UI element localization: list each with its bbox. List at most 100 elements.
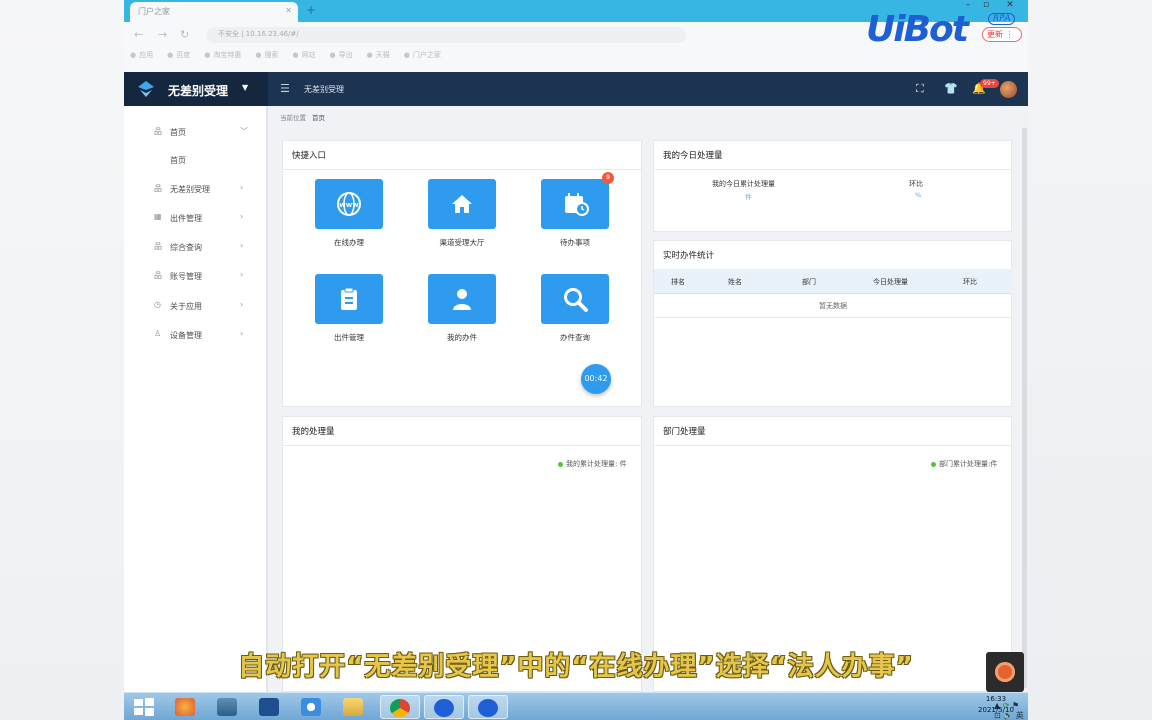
bookmark-item[interactable]: 网站 [292,50,316,66]
rpa-badge: RPA [988,13,1016,25]
divider [654,317,1012,318]
sidebar-item-about[interactable]: ◷ 关于应用 › [124,296,268,318]
clock[interactable]: 16:33 2021/5/10 [972,694,1020,716]
breadcrumb-current[interactable]: 首页 [312,114,325,122]
bookmark-item[interactable]: 淘宝特惠 [204,50,241,66]
taskbar-app-powershell[interactable] [250,695,290,719]
sidebar-item-dispatch[interactable]: ▦ 出件管理 › [124,208,268,230]
reload-icon[interactable]: ↻ [180,28,189,41]
sidebar-item-label: 设备管理 [170,331,202,340]
address-bar[interactable]: 不安全 | 10.16.23.46/#/ [206,27,686,43]
address-row: ← → ↻ 不安全 | 10.16.23.46/#/ [124,24,710,46]
tile-label: 待办事项 [560,238,590,247]
sidebar-item-acceptance[interactable]: 品 无差别受理 › [124,179,268,201]
chart-legend[interactable]: 部门累计处理量:件 [931,459,997,469]
menu-toggle-icon[interactable]: ☰ [280,82,290,95]
sidebar-subitem-home[interactable]: 首页 [124,150,268,172]
browser-tab[interactable]: 门户之家 ✕ [130,2,298,22]
taskbar-app-uibot-2[interactable] [468,695,508,719]
column-header[interactable]: 环比 [963,277,977,287]
chevron-down-icon: ﹀ [240,127,248,136]
bookmark-item[interactable]: 门户之家 [404,50,441,66]
divider [654,445,1011,446]
brand[interactable]: 无差别受理 ▼ [124,72,268,106]
scrollbar[interactable] [1022,128,1027,688]
chevron-right-icon: › [240,212,244,221]
server-icon [217,698,237,716]
taskbar-app-server[interactable] [208,695,248,719]
chart-legend[interactable]: 我的累计处理量: 件 [558,459,627,469]
users-icon [175,698,195,716]
tile-label: 我的办件 [447,333,477,342]
new-tab-icon[interactable]: + [306,3,316,17]
taskbar-app-explorer[interactable] [334,695,374,719]
empty-state: 暂无数据 [819,302,847,310]
column-header[interactable]: 姓名 [728,277,742,287]
divider [283,445,641,446]
bookmark-item[interactable]: 导出 [330,50,353,66]
tile-dispatch-management[interactable] [315,274,383,324]
chevron-right-icon: › [240,300,244,309]
tile-online-handling[interactable]: www [315,179,383,229]
todo-badge: 9 [602,172,614,184]
uibot-icon [434,699,454,717]
today-metric-unit: 件 [745,193,752,201]
maximize-icon[interactable]: ▫ [976,0,996,10]
tile-label: 出件管理 [334,333,364,342]
sidebar-item-label: 首页 [170,156,186,165]
sidebar-item-devices[interactable]: ♙ 设备管理 › [124,325,268,347]
column-header[interactable]: 今日处理量 [873,277,908,287]
sidebar-item-accounts[interactable]: 品 账号管理 › [124,266,268,288]
update-button[interactable]: 更新 ⋮ [982,27,1022,42]
column-header[interactable]: 部门 [802,277,816,287]
start-button[interactable] [124,695,164,719]
clock-date: 2021/5/10 [978,706,1014,714]
notification-badge: 99+ [980,79,999,88]
recorder-icon[interactable] [986,652,1024,692]
close-window-icon[interactable]: ✕ [1000,0,1020,10]
bookmark-item[interactable]: 应用 [130,50,153,66]
table-header: 排名 姓名 部门 今日处理量 环比 [654,269,1012,294]
fullscreen-icon[interactable]: ⛶ [916,82,924,96]
person-icon [453,289,471,310]
update-label: 更新 [987,30,1003,39]
column-header[interactable]: 排名 [671,277,685,287]
more-icon[interactable]: ⋮ [1006,30,1014,39]
taskbar-app-cloud[interactable] [292,695,332,719]
ratio-unit: % [915,191,922,199]
chevron-right-icon: › [240,329,244,338]
taskbar-app-users[interactable] [166,695,206,719]
chevron-right-icon: › [240,270,244,279]
bookmark-item[interactable]: 百度 [167,50,190,66]
close-tab-icon[interactable]: ✕ [285,6,292,15]
sidebar-item-query[interactable]: 品 综合查询 › [124,237,268,259]
shirt-icon[interactable]: 👕 [944,82,958,95]
grid-icon: ▦ [154,212,162,221]
tile-channel-hall[interactable] [428,179,496,229]
tile-case-query[interactable] [541,274,609,324]
tile-my-cases[interactable] [428,274,496,324]
ratio-label: 环比 [909,180,923,188]
sidebar-item-home[interactable]: 品 首页 ﹀ [124,122,268,144]
app-window: 无差别受理 ▼ ☰ 无差别受理 ⛶ 👕 🔔 99+ 品 首页 ﹀ 首页 品 无差… [124,72,1028,692]
clipboard-icon [341,287,357,310]
taskbar-app-chrome[interactable] [380,695,420,719]
forward-icon[interactable]: → [158,28,167,41]
tile-todo[interactable] [541,179,609,229]
sidebar-item-label: 首页 [170,128,186,137]
bookmark-item[interactable]: 天猫 [367,50,390,66]
sidebar-item-label: 出件管理 [170,214,202,223]
panel-title: 我的处理量 [292,427,335,437]
taskbar-app-uibot[interactable] [424,695,464,719]
chevron-right-icon: › [240,183,244,192]
timer-button[interactable]: 00:42 [581,364,611,394]
tile-label: 在线办理 [334,238,364,247]
back-icon[interactable]: ← [134,28,143,41]
sidebar-item-label: 综合查询 [170,243,202,252]
home-icon [452,195,472,213]
caret-down-icon[interactable]: ▼ [242,83,248,92]
org-icon: 品 [154,127,162,136]
avatar[interactable] [1000,81,1017,98]
sidebar-item-label: 无差别受理 [170,185,210,194]
bookmark-item[interactable]: 搜索 [255,50,278,66]
